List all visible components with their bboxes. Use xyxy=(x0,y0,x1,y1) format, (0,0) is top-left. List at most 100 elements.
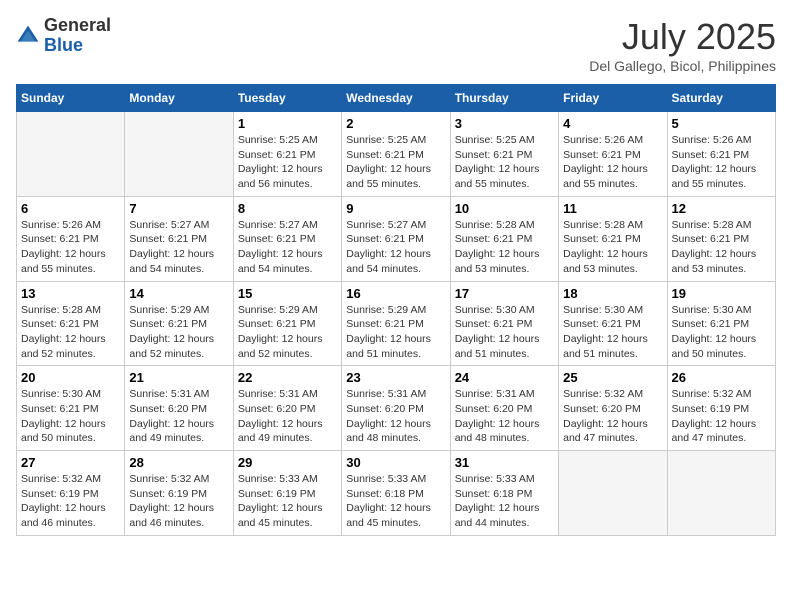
calendar-cell: 26 Sunrise: 5:32 AMSunset: 6:19 PMDayligh… xyxy=(667,366,775,451)
day-info: Sunrise: 5:31 AMSunset: 6:20 PMDaylight:… xyxy=(455,387,554,446)
calendar-cell: 13 Sunrise: 5:28 AMSunset: 6:21 PMDayligh… xyxy=(17,281,125,366)
day-number: 16 xyxy=(346,286,445,301)
day-number: 10 xyxy=(455,201,554,216)
calendar-cell: 11Sunrise: 5:28 AMSunset: 6:21 PMDayligh… xyxy=(559,196,667,281)
day-number: 18 xyxy=(563,286,662,301)
calendar-week-2: 6 Sunrise: 5:26 AMSunset: 6:21 PMDaylight… xyxy=(17,196,776,281)
day-number: 15 xyxy=(238,286,337,301)
day-number: 22 xyxy=(238,370,337,385)
day-number: 2 xyxy=(346,116,445,131)
calendar-cell: 20Sunrise: 5:30 AMSunset: 6:21 PMDayligh… xyxy=(17,366,125,451)
day-info: Sunrise: 5:27 AMSunset: 6:21 PMDaylight:… xyxy=(129,218,228,277)
day-number: 25 xyxy=(563,370,662,385)
header-monday: Monday xyxy=(125,85,233,112)
day-info: Sunrise: 5:26 AMSunset: 6:21 PMDaylight:… xyxy=(672,133,771,192)
calendar-cell xyxy=(17,112,125,197)
day-info: Sunrise: 5:32 AMSunset: 6:19 PMDaylight:… xyxy=(129,472,228,531)
header-saturday: Saturday xyxy=(667,85,775,112)
day-number: 3 xyxy=(455,116,554,131)
day-info: Sunrise: 5:30 AMSunset: 6:21 PMDaylight:… xyxy=(455,303,554,362)
logo-blue: Blue xyxy=(44,35,83,55)
header-row: SundayMondayTuesdayWednesdayThursdayFrid… xyxy=(17,85,776,112)
day-number: 26 xyxy=(672,370,771,385)
day-info: Sunrise: 5:28 AMSunset: 6:21 PMDaylight:… xyxy=(455,218,554,277)
header-sunday: Sunday xyxy=(17,85,125,112)
day-info: Sunrise: 5:33 AMSunset: 6:18 PMDaylight:… xyxy=(455,472,554,531)
day-info: Sunrise: 5:27 AMSunset: 6:21 PMDaylight:… xyxy=(346,218,445,277)
day-number: 24 xyxy=(455,370,554,385)
calendar-cell: 3 Sunrise: 5:25 AMSunset: 6:21 PMDaylight… xyxy=(450,112,558,197)
calendar-cell: 9 Sunrise: 5:27 AMSunset: 6:21 PMDaylight… xyxy=(342,196,450,281)
calendar-cell xyxy=(667,451,775,536)
day-number: 8 xyxy=(238,201,337,216)
calendar-body: 1 Sunrise: 5:25 AMSunset: 6:21 PMDaylight… xyxy=(17,112,776,536)
day-info: Sunrise: 5:29 AMSunset: 6:21 PMDaylight:… xyxy=(238,303,337,362)
calendar-cell: 18 Sunrise: 5:30 AMSunset: 6:21 PMDayligh… xyxy=(559,281,667,366)
calendar-cell: 10 Sunrise: 5:28 AMSunset: 6:21 PMDayligh… xyxy=(450,196,558,281)
day-info: Sunrise: 5:25 AMSunset: 6:21 PMDaylight:… xyxy=(455,133,554,192)
day-number: 5 xyxy=(672,116,771,131)
header-tuesday: Tuesday xyxy=(233,85,341,112)
day-info: Sunrise: 5:33 AMSunset: 6:18 PMDaylight:… xyxy=(346,472,445,531)
location: Del Gallego, Bicol, Philippines xyxy=(589,58,776,74)
day-number: 21 xyxy=(129,370,228,385)
calendar-cell: 19Sunrise: 5:30 AMSunset: 6:21 PMDayligh… xyxy=(667,281,775,366)
calendar-cell: 17 Sunrise: 5:30 AMSunset: 6:21 PMDayligh… xyxy=(450,281,558,366)
calendar-week-3: 13 Sunrise: 5:28 AMSunset: 6:21 PMDayligh… xyxy=(17,281,776,366)
calendar-cell: 14Sunrise: 5:29 AMSunset: 6:21 PMDayligh… xyxy=(125,281,233,366)
calendar-cell xyxy=(559,451,667,536)
day-info: Sunrise: 5:29 AMSunset: 6:21 PMDaylight:… xyxy=(346,303,445,362)
calendar-cell: 24 Sunrise: 5:31 AMSunset: 6:20 PMDayligh… xyxy=(450,366,558,451)
day-info: Sunrise: 5:26 AMSunset: 6:21 PMDaylight:… xyxy=(563,133,662,192)
calendar-cell: 15 Sunrise: 5:29 AMSunset: 6:21 PMDayligh… xyxy=(233,281,341,366)
day-info: Sunrise: 5:27 AMSunset: 6:21 PMDaylight:… xyxy=(238,218,337,277)
calendar-cell: 8 Sunrise: 5:27 AMSunset: 6:21 PMDaylight… xyxy=(233,196,341,281)
day-info: Sunrise: 5:32 AMSunset: 6:20 PMDaylight:… xyxy=(563,387,662,446)
header-friday: Friday xyxy=(559,85,667,112)
calendar-cell: 21 Sunrise: 5:31 AMSunset: 6:20 PMDayligh… xyxy=(125,366,233,451)
logo: General Blue xyxy=(16,16,111,56)
calendar-cell xyxy=(125,112,233,197)
day-number: 31 xyxy=(455,455,554,470)
day-number: 6 xyxy=(21,201,120,216)
month-title: July 2025 xyxy=(589,16,776,58)
day-number: 23 xyxy=(346,370,445,385)
day-info: Sunrise: 5:30 AMSunset: 6:21 PMDaylight:… xyxy=(21,387,120,446)
day-info: Sunrise: 5:28 AMSunset: 6:21 PMDaylight:… xyxy=(672,218,771,277)
calendar-cell: 30Sunrise: 5:33 AMSunset: 6:18 PMDayligh… xyxy=(342,451,450,536)
calendar-week-1: 1 Sunrise: 5:25 AMSunset: 6:21 PMDaylight… xyxy=(17,112,776,197)
page-header: General Blue July 2025 Del Gallego, Bico… xyxy=(16,16,776,74)
day-info: Sunrise: 5:32 AMSunset: 6:19 PMDaylight:… xyxy=(672,387,771,446)
day-info: Sunrise: 5:25 AMSunset: 6:21 PMDaylight:… xyxy=(238,133,337,192)
day-number: 1 xyxy=(238,116,337,131)
day-info: Sunrise: 5:31 AMSunset: 6:20 PMDaylight:… xyxy=(238,387,337,446)
day-number: 17 xyxy=(455,286,554,301)
day-number: 13 xyxy=(21,286,120,301)
calendar-week-5: 27 Sunrise: 5:32 AMSunset: 6:19 PMDayligh… xyxy=(17,451,776,536)
day-number: 14 xyxy=(129,286,228,301)
day-info: Sunrise: 5:31 AMSunset: 6:20 PMDaylight:… xyxy=(346,387,445,446)
calendar-cell: 2 Sunrise: 5:25 AMSunset: 6:21 PMDaylight… xyxy=(342,112,450,197)
day-info: Sunrise: 5:28 AMSunset: 6:21 PMDaylight:… xyxy=(21,303,120,362)
logo-text: General Blue xyxy=(44,16,111,56)
day-info: Sunrise: 5:30 AMSunset: 6:21 PMDaylight:… xyxy=(563,303,662,362)
day-info: Sunrise: 5:31 AMSunset: 6:20 PMDaylight:… xyxy=(129,387,228,446)
title-block: July 2025 Del Gallego, Bicol, Philippine… xyxy=(589,16,776,74)
calendar-cell: 1 Sunrise: 5:25 AMSunset: 6:21 PMDaylight… xyxy=(233,112,341,197)
day-info: Sunrise: 5:26 AMSunset: 6:21 PMDaylight:… xyxy=(21,218,120,277)
day-number: 9 xyxy=(346,201,445,216)
calendar-cell: 22 Sunrise: 5:31 AMSunset: 6:20 PMDayligh… xyxy=(233,366,341,451)
day-number: 29 xyxy=(238,455,337,470)
calendar-cell: 6 Sunrise: 5:26 AMSunset: 6:21 PMDaylight… xyxy=(17,196,125,281)
calendar-cell: 5 Sunrise: 5:26 AMSunset: 6:21 PMDaylight… xyxy=(667,112,775,197)
day-number: 27 xyxy=(21,455,120,470)
calendar-cell: 29 Sunrise: 5:33 AMSunset: 6:19 PMDayligh… xyxy=(233,451,341,536)
day-number: 4 xyxy=(563,116,662,131)
calendar-cell: 25 Sunrise: 5:32 AMSunset: 6:20 PMDayligh… xyxy=(559,366,667,451)
logo-general: General xyxy=(44,15,111,35)
day-number: 11 xyxy=(563,201,662,216)
day-info: Sunrise: 5:25 AMSunset: 6:21 PMDaylight:… xyxy=(346,133,445,192)
day-number: 28 xyxy=(129,455,228,470)
day-info: Sunrise: 5:33 AMSunset: 6:19 PMDaylight:… xyxy=(238,472,337,531)
header-wednesday: Wednesday xyxy=(342,85,450,112)
